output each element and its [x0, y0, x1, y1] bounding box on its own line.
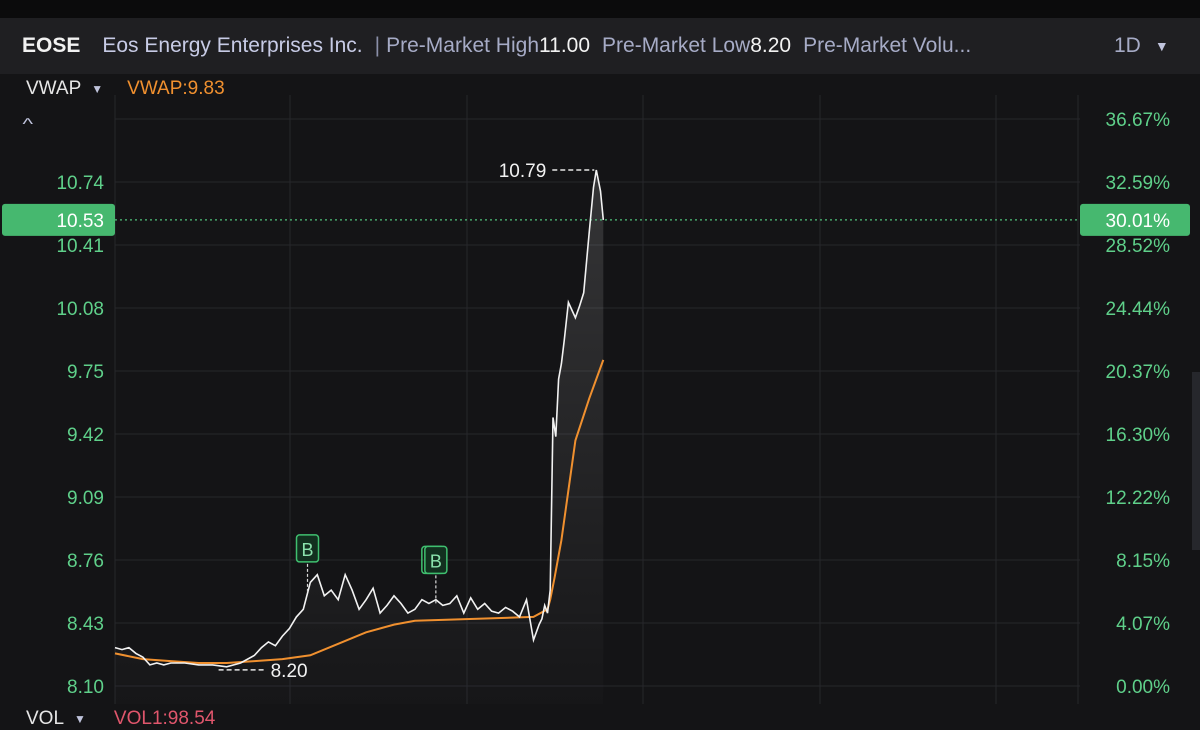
- price-tick-label: 10.08: [56, 299, 104, 320]
- price-tick-label: 8.76: [67, 551, 104, 572]
- percent-tick-label: 20.37%: [1106, 362, 1171, 383]
- percent-tick-label: 28.52%: [1106, 236, 1171, 257]
- price-axis: 8.10 8.43 8.76 9.09 9.42 9.75 10.08 10.41 10.74: [56, 173, 104, 698]
- price-chart[interactable]: 8.108.438.769.099.429.7510.0810.4110.74 …: [0, 0, 1200, 730]
- price-tick-label: 10.41: [56, 236, 104, 257]
- percent-tick-label: 36.67%: [1106, 110, 1171, 131]
- volume-indicator-name[interactable]: VOL: [26, 708, 64, 730]
- chevron-down-icon[interactable]: ▼: [91, 82, 103, 96]
- percent-tick-label: 0.00%: [1116, 677, 1170, 698]
- volume-value: VOL1:98.54: [113, 708, 216, 729]
- chevron-up-icon[interactable]: ^: [22, 116, 33, 134]
- price-tick-label: 10.74: [56, 173, 104, 194]
- percent-tick-label: 32.59%: [1106, 173, 1171, 194]
- percent-tick-label: 12.22%: [1106, 488, 1171, 509]
- current-percent-label: 30.01%: [1106, 211, 1171, 232]
- vwap-legend: VWAP ▼ VWAP:9.83: [0, 76, 225, 102]
- percent-tick-label: 16.30%: [1106, 425, 1171, 446]
- low-price-label: 8.20: [271, 661, 308, 682]
- current-price-label: 10.53: [56, 211, 104, 232]
- percent-tick-label: 24.44%: [1106, 299, 1171, 320]
- percent-tick-label: 4.07%: [1116, 614, 1170, 635]
- percent-axis: 0.00% 4.07% 8.15% 12.22% 16.30% 20.37% 24.44% 2…: [1106, 110, 1171, 698]
- price-tick-label: 9.09: [67, 488, 104, 509]
- trade-marker-label: B: [302, 540, 314, 560]
- price-tick-label: 8.10: [67, 677, 104, 698]
- high-low-annotations: 10.79 8.20: [218, 161, 595, 682]
- indicator-name[interactable]: VWAP: [26, 78, 81, 100]
- price-tick-label: 8.43: [67, 614, 104, 635]
- chevron-down-icon[interactable]: ▼: [74, 712, 86, 726]
- percent-tick-label: 8.15%: [1116, 551, 1170, 572]
- scrollbar-thumb[interactable]: [1192, 372, 1200, 550]
- volume-legend: VOL ▼ VOL1:98.54: [0, 708, 215, 730]
- price-tick-label: 9.75: [67, 362, 104, 383]
- vwap-value: VWAP:9.83: [127, 78, 225, 99]
- high-price-label: 10.79: [499, 161, 547, 182]
- price-tick-label: 9.42: [67, 425, 104, 446]
- trade-marker-label: B: [430, 551, 442, 571]
